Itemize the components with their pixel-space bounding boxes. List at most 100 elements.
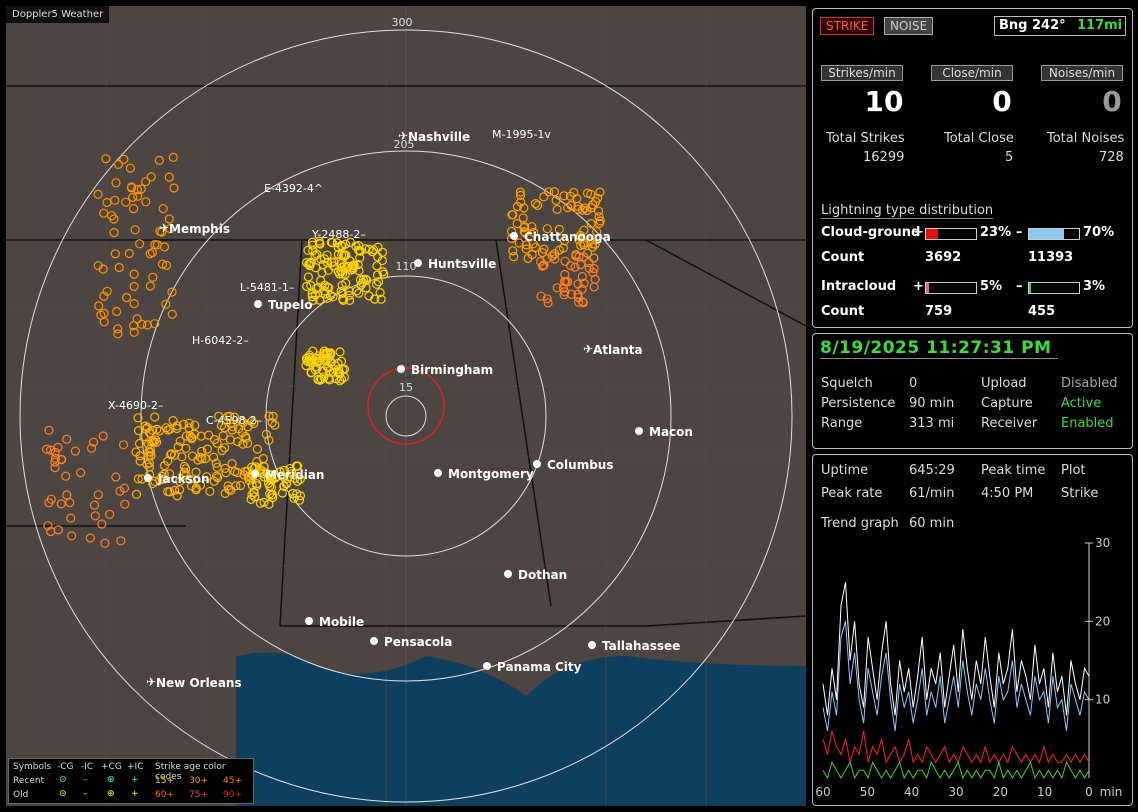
age-30: 30+ <box>189 776 208 786</box>
range-ring-label: 110 <box>396 260 417 273</box>
close-per-min-label: Close/min <box>931 65 1013 81</box>
trend-series-line <box>822 621 1090 732</box>
uptime-label: Uptime <box>821 463 869 478</box>
airport-icon: ✈ <box>159 221 169 235</box>
city-dot <box>504 570 512 578</box>
storm-cell-label: L-5481-1– <box>240 281 294 294</box>
city-label: Huntsville <box>428 257 496 271</box>
upload-label: Upload <box>981 376 1027 391</box>
city-dot <box>434 469 442 477</box>
peak-rate-value: 61/min <box>909 486 955 501</box>
x-tick-label: 50 <box>860 785 875 799</box>
distribution-title: Lightning type distribution <box>821 203 994 219</box>
city-label: Memphis <box>169 222 230 236</box>
noise-button[interactable]: NOISE <box>884 17 934 35</box>
ic-count-label: Count <box>821 304 865 319</box>
age-75: 75+ <box>189 790 208 800</box>
noises-per-min-value: 0 <box>1102 85 1122 118</box>
squelch-value: 0 <box>909 376 918 391</box>
squelch-label: Squelch <box>821 376 873 391</box>
pos-cg-icon: ⊕ <box>107 775 115 785</box>
city-dot <box>251 470 259 478</box>
range-ring-label: 205 <box>394 138 415 151</box>
age-60: 60+ <box>155 790 174 800</box>
strikes-per-min-label: Strikes/min <box>821 65 903 81</box>
x-tick-label: 0 <box>1085 785 1093 799</box>
uptime-value: 645:29 <box>909 463 955 478</box>
legend-pos-cg: +CG <box>101 762 122 772</box>
city-label: Chattanooga <box>524 230 611 244</box>
city-label: New Orleans <box>156 676 242 690</box>
peak-time-value: 4:50 PM <box>981 486 1034 501</box>
capture-label: Capture <box>981 396 1033 411</box>
ic-positive-count: 759 <box>925 304 953 319</box>
capture-value: Active <box>1061 396 1102 411</box>
city-dot <box>483 662 491 670</box>
old-pos-cg-icon: ⊕ <box>107 789 115 799</box>
y-tick-label: 30 <box>1095 536 1110 550</box>
city-dot <box>254 300 262 308</box>
city-dot <box>305 617 313 625</box>
plot-label: Plot <box>1061 463 1086 478</box>
map-canvas: ✈ Nashville✈ MemphisChattanoogaHuntsvilleT… <box>6 6 806 806</box>
airport-icon: ✈ <box>583 342 593 356</box>
app-title: Doppler5 Weather <box>6 6 110 23</box>
cg-count-label: Count <box>821 250 865 265</box>
total-noises-value: 728 <box>1099 150 1124 165</box>
city-label: Tallahassee <box>602 639 680 653</box>
total-strikes-label: Total Strikes <box>826 131 905 146</box>
cg-negative-count: 11393 <box>1028 250 1074 265</box>
x-tick-label: 30 <box>948 785 963 799</box>
age-15: 15+ <box>155 776 174 786</box>
city-dot <box>510 232 518 240</box>
storm-cell-label: E-4392-4^ <box>264 182 323 195</box>
storm-cell-label: X-4690-2– <box>108 399 163 412</box>
total-strikes-value: 16299 <box>863 150 905 165</box>
city-dot <box>397 365 405 373</box>
trend-chart: 30 20 10 60 50 40 30 20 10 0 min <box>815 536 1123 799</box>
strike-button[interactable]: STRIKE <box>820 17 875 35</box>
city-dot <box>144 474 152 482</box>
receiver-label: Receiver <box>981 416 1038 431</box>
y-tick-label: 20 <box>1095 614 1110 628</box>
ic-positive-bar <box>925 282 977 294</box>
cg-negative-pct: 70% <box>1083 225 1115 240</box>
x-tick-label: 20 <box>993 785 1008 799</box>
old-pos-ic-icon: + <box>131 789 139 799</box>
total-close-value: 5 <box>1005 150 1014 165</box>
strike-stats-panel: STRIKE NOISE Bng 242° 117mi Strikes/min … <box>812 8 1133 328</box>
x-tick-label: min <box>1100 785 1123 799</box>
old-neg-ic-icon: – <box>83 789 88 799</box>
peak-rate-label: Peak rate <box>821 486 883 501</box>
storm-cell-label: Y-2488-2– <box>311 228 366 241</box>
ic-positive-pct: 5% <box>980 279 1003 294</box>
lightning-map[interactable]: Doppler5 Weather ✈ Nashville ✈ Memphis Chat <box>6 6 806 806</box>
airport-icon: ✈ <box>146 675 156 689</box>
noises-per-min-label: Noises/min <box>1041 65 1123 81</box>
distance-value: 117mi <box>1077 18 1123 33</box>
x-tick-label: 60 <box>815 785 830 799</box>
ic-negative-pct: 3% <box>1083 279 1106 294</box>
total-close-label: Total Close <box>944 131 1014 146</box>
x-tick-label: 10 <box>1037 785 1052 799</box>
datetime-display: 8/19/2025 11:27:31 PM <box>820 338 1058 359</box>
city-label: Panama City <box>497 660 582 674</box>
trend-panel: Uptime 645:29 Peak time Plot Peak rate 6… <box>812 454 1133 806</box>
trend-graph-value: 60 min <box>909 516 955 531</box>
city-dot <box>370 637 378 645</box>
legend-neg-cg: -CG <box>57 762 74 772</box>
peak-time-label: Peak time <box>981 463 1046 478</box>
storm-cell-label: M-1995-1v <box>492 128 551 141</box>
age-90: 90+ <box>223 790 242 800</box>
old-neg-cg-icon: ⊝ <box>59 789 67 799</box>
trend-series-line <box>822 760 1090 780</box>
persistence-value: 90 min <box>909 396 955 411</box>
age-45: 45+ <box>223 776 242 786</box>
city-dot <box>533 460 541 468</box>
cg-minus-sign: – <box>1016 225 1023 240</box>
y-tick-label: 10 <box>1095 693 1110 707</box>
cg-positive-count: 3692 <box>925 250 962 265</box>
cloud-ground-label: Cloud-ground <box>821 225 921 240</box>
legend-neg-ic: -IC <box>81 762 94 772</box>
city-label: Nashville <box>408 130 470 144</box>
